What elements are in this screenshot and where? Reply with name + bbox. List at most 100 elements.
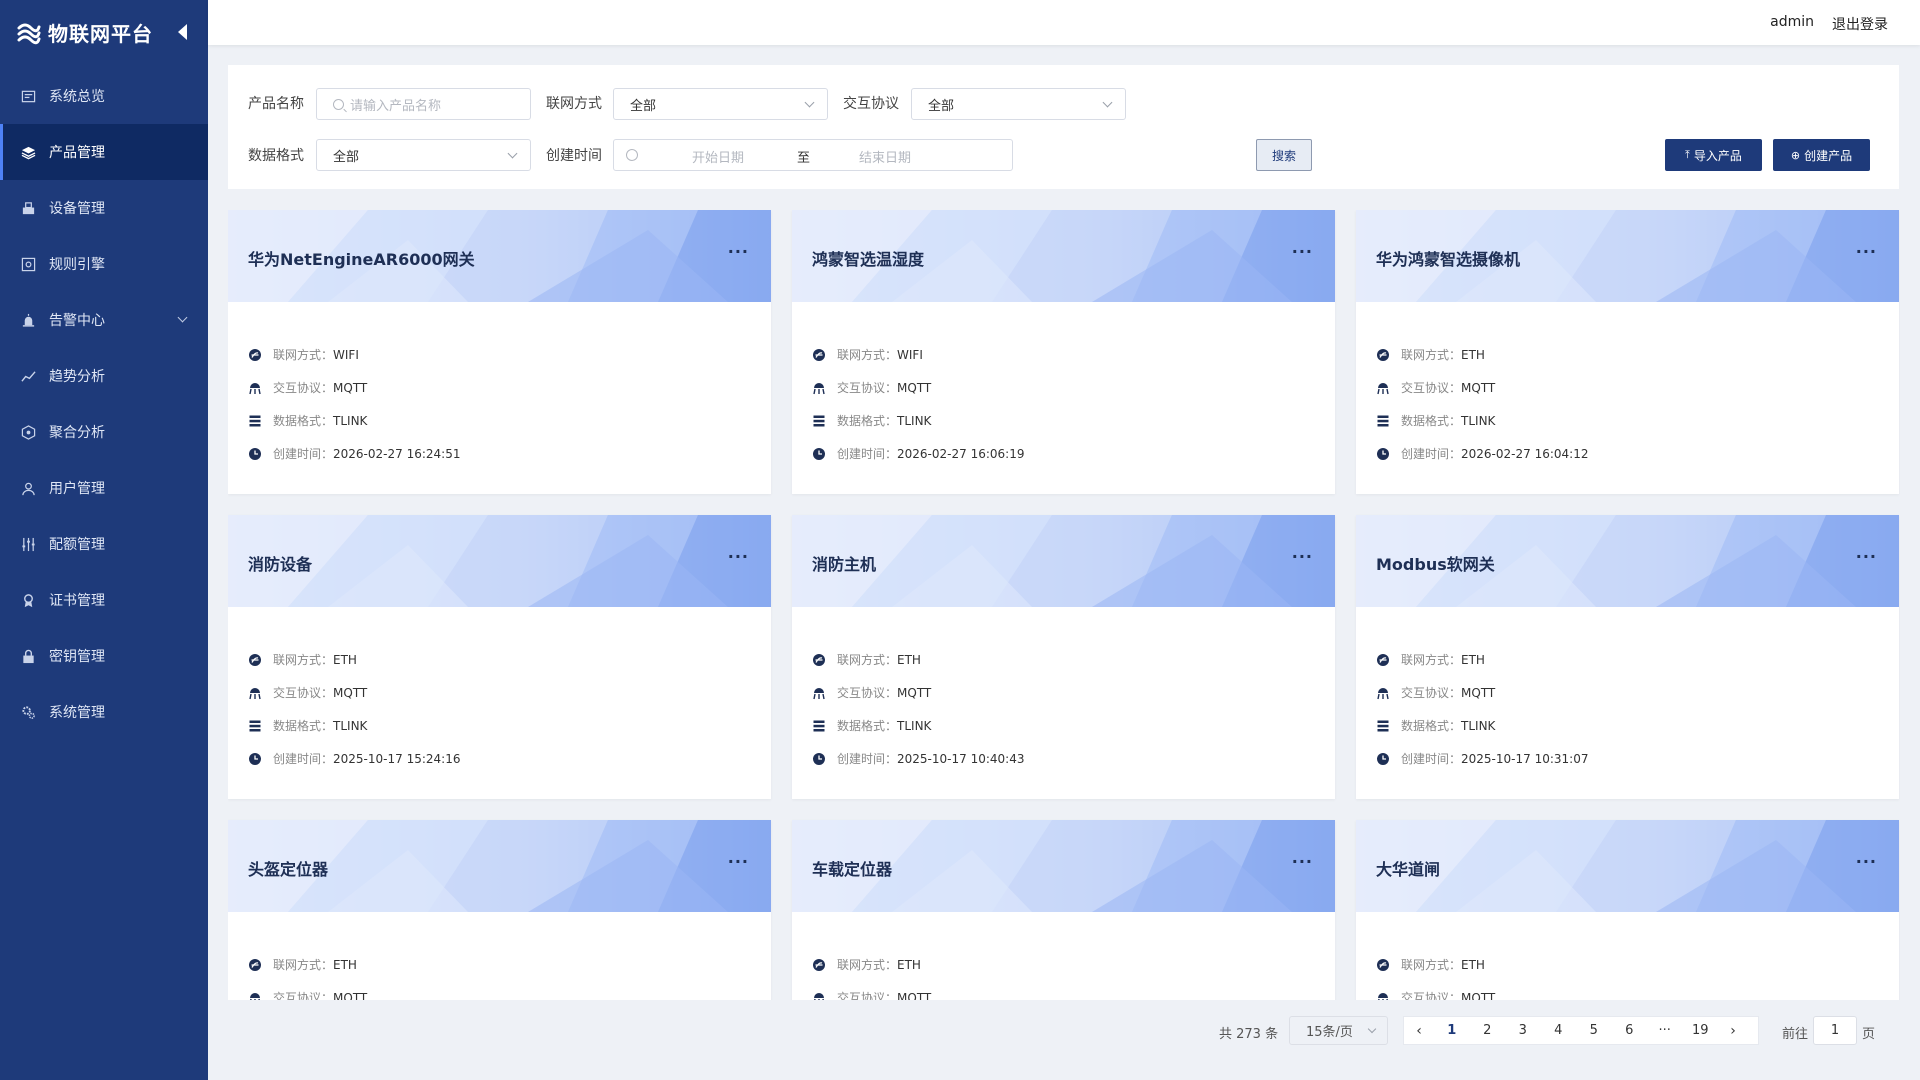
network-row: 联网方式： ETH — [812, 948, 1315, 981]
page-number[interactable]: 3 — [1505, 1023, 1541, 1038]
field-label: 联网方式： — [1401, 348, 1462, 362]
more-options-icon[interactable]: ··· — [728, 852, 749, 871]
more-options-icon[interactable]: ··· — [1856, 547, 1877, 566]
field-label: 联网方式： — [1401, 958, 1462, 972]
page-size-value: 15条/页 — [1306, 1025, 1353, 1040]
product-card[interactable]: Modbus软网关 ··· 联网方式： ETH 交互协议： MQTT 数据格式： TLINK 创… — [1356, 515, 1899, 799]
card-header: 消防设备 ··· — [228, 515, 771, 607]
more-options-icon[interactable]: ··· — [1856, 852, 1877, 871]
sidebar-item[interactable]: 聚合分析 — [0, 404, 208, 460]
product-card[interactable]: 头盔定位器 ··· 联网方式： ETH 交互协议： MQTT — [228, 820, 771, 1000]
page-number[interactable]: 2 — [1470, 1023, 1506, 1038]
alarm-icon — [20, 312, 36, 328]
card-body: 联网方式： ETH 交互协议： MQTT 数据格式： TLINK 创建时间： 2025-10-… — [1356, 607, 1899, 775]
card-body: 联网方式： ETH 交互协议： MQTT 数据格式： TLINK 创建时间： 2025-10-… — [792, 607, 1335, 775]
protocol-select[interactable]: 全部 — [911, 88, 1126, 120]
sidebar-item[interactable]: 产品管理 — [0, 124, 208, 180]
card-title[interactable]: 华为NetEngineAR6000网关 — [248, 246, 475, 270]
more-options-icon[interactable]: ··· — [1856, 242, 1877, 261]
sidebar-item[interactable]: 密钥管理 — [0, 628, 208, 684]
page-size-select[interactable]: 15条/页 — [1289, 1016, 1388, 1045]
prev-page-icon[interactable]: ‹ — [1404, 1023, 1434, 1039]
goto-page-input[interactable]: 1 — [1813, 1016, 1857, 1045]
more-options-icon[interactable]: ··· — [728, 242, 749, 261]
sidebar-item[interactable]: 系统总览 — [0, 68, 208, 124]
card-body: 联网方式： ETH 交互协议： MQTT — [1356, 912, 1899, 1000]
network-row: 联网方式： ETH — [1376, 948, 1879, 981]
sidebar-item-label: 告警中心 — [49, 313, 105, 329]
card-title[interactable]: Modbus软网关 — [1376, 551, 1495, 575]
field-label: 联网方式： — [837, 348, 898, 362]
date-range-picker[interactable]: 开始日期 至 结束日期 — [613, 139, 1013, 171]
more-options-icon[interactable]: ··· — [1292, 547, 1313, 566]
card-title[interactable]: 华为鸿蒙智选摄像机 — [1376, 246, 1520, 270]
globe-icon — [248, 348, 262, 362]
sidebar-item[interactable]: 配额管理 — [0, 516, 208, 572]
sidebar-item[interactable]: 告警中心 — [0, 292, 208, 348]
start-date-input[interactable]: 开始日期 — [692, 147, 744, 166]
sidebar-item[interactable]: 设备管理 — [0, 180, 208, 236]
format-select[interactable]: 全部 — [316, 139, 531, 171]
collapse-sidebar-icon[interactable] — [178, 24, 187, 40]
pagination: ‹ 1 2 3 4 5 6 ··· 19 › — [1403, 1016, 1759, 1045]
card-title[interactable]: 消防设备 — [248, 551, 312, 575]
card-title[interactable]: 大华道闸 — [1376, 856, 1440, 880]
field-value: WIFI — [897, 347, 923, 362]
card-title[interactable]: 车载定位器 — [812, 856, 892, 880]
field-label: 数据格式： — [1401, 719, 1462, 733]
field-value: ETH — [1461, 347, 1485, 362]
sidebar-item[interactable]: 规则引擎 — [0, 236, 208, 292]
aggregate-icon — [20, 424, 36, 440]
field-value: TLINK — [333, 718, 368, 733]
page-number[interactable]: 19 — [1683, 1023, 1719, 1038]
sidebar-item[interactable]: 趋势分析 — [0, 348, 208, 404]
product-card[interactable]: 车载定位器 ··· 联网方式： ETH 交互协议： MQTT — [792, 820, 1335, 1000]
date-range-separator: 至 — [797, 151, 811, 166]
protocol-row: 交互协议： MQTT — [812, 371, 1315, 404]
more-pages-icon[interactable]: ··· — [1647, 1023, 1683, 1038]
field-value: MQTT — [1461, 990, 1496, 1001]
field-value: MQTT — [333, 990, 368, 1001]
logout-link[interactable]: 退出登录 — [1832, 14, 1888, 34]
next-page-icon[interactable]: › — [1718, 1023, 1748, 1039]
page-number[interactable]: 4 — [1541, 1023, 1577, 1038]
more-options-icon[interactable]: ··· — [1292, 242, 1313, 261]
product-card[interactable]: 消防设备 ··· 联网方式： ETH 交互协议： MQTT 数据格式： TLINK 创建时间： 2… — [228, 515, 771, 799]
network-row: 联网方式： WIFI — [812, 338, 1315, 371]
product-card[interactable]: 华为NetEngineAR6000网关 ··· 联网方式： WIFI 交互协议： MQTT… — [228, 210, 771, 494]
product-card[interactable]: 大华道闸 ··· 联网方式： ETH 交互协议： MQTT — [1356, 820, 1899, 1000]
product-name-input[interactable]: 请输入产品名称 — [316, 88, 531, 120]
sidebar-item[interactable]: 证书管理 — [0, 572, 208, 628]
more-options-icon[interactable]: ··· — [728, 547, 749, 566]
sidebar-item[interactable]: 用户管理 — [0, 460, 208, 516]
network-select[interactable]: 全部 — [613, 88, 828, 120]
card-header: 消防主机 ··· — [792, 515, 1335, 607]
product-card[interactable]: 消防主机 ··· 联网方式： ETH 交互协议： MQTT 数据格式： TLINK 创建时间： 2… — [792, 515, 1335, 799]
field-value: 2025-10-17 15:24:16 — [333, 751, 461, 766]
field-label: 交互协议： — [837, 686, 898, 700]
product-card[interactable]: 华为鸿蒙智选摄像机 ··· 联网方式： ETH 交互协议： MQTT 数据格式： TLINK 创… — [1356, 210, 1899, 494]
page-number[interactable]: 5 — [1576, 1023, 1612, 1038]
clock-icon — [248, 447, 262, 461]
search-button[interactable]: 搜索 — [1256, 139, 1312, 171]
chevron-down-icon — [177, 312, 188, 323]
page-number[interactable]: 6 — [1612, 1023, 1648, 1038]
product-card[interactable]: 鸿蒙智选温湿度 ··· 联网方式： WIFI 交互协议： MQTT 数据格式： TLINK 创建… — [792, 210, 1335, 494]
card-title[interactable]: 头盔定位器 — [248, 856, 328, 880]
card-title[interactable]: 鸿蒙智选温湿度 — [812, 246, 924, 270]
field-value: ETH — [1461, 652, 1485, 667]
user-name[interactable]: admin — [1770, 14, 1814, 30]
import-product-button[interactable]: ⤒ 导入产品 — [1665, 139, 1762, 171]
end-date-input[interactable]: 结束日期 — [859, 147, 911, 166]
page-number[interactable]: 1 — [1434, 1023, 1470, 1038]
card-title[interactable]: 消防主机 — [812, 551, 876, 575]
field-value: 2026-02-27 16:06:19 — [897, 446, 1025, 461]
more-options-icon[interactable]: ··· — [1292, 852, 1313, 871]
sidebar-item-label: 规则引擎 — [49, 257, 105, 273]
sidebar-item[interactable]: 系统管理 — [0, 684, 208, 740]
field-label: 创建时间： — [273, 752, 334, 766]
create-product-button[interactable]: ⊕ 创建产品 — [1773, 139, 1870, 171]
card-header: 大华道闸 ··· — [1356, 820, 1899, 912]
sidebar-item-label: 证书管理 — [49, 593, 105, 609]
certificate-icon — [20, 592, 36, 608]
